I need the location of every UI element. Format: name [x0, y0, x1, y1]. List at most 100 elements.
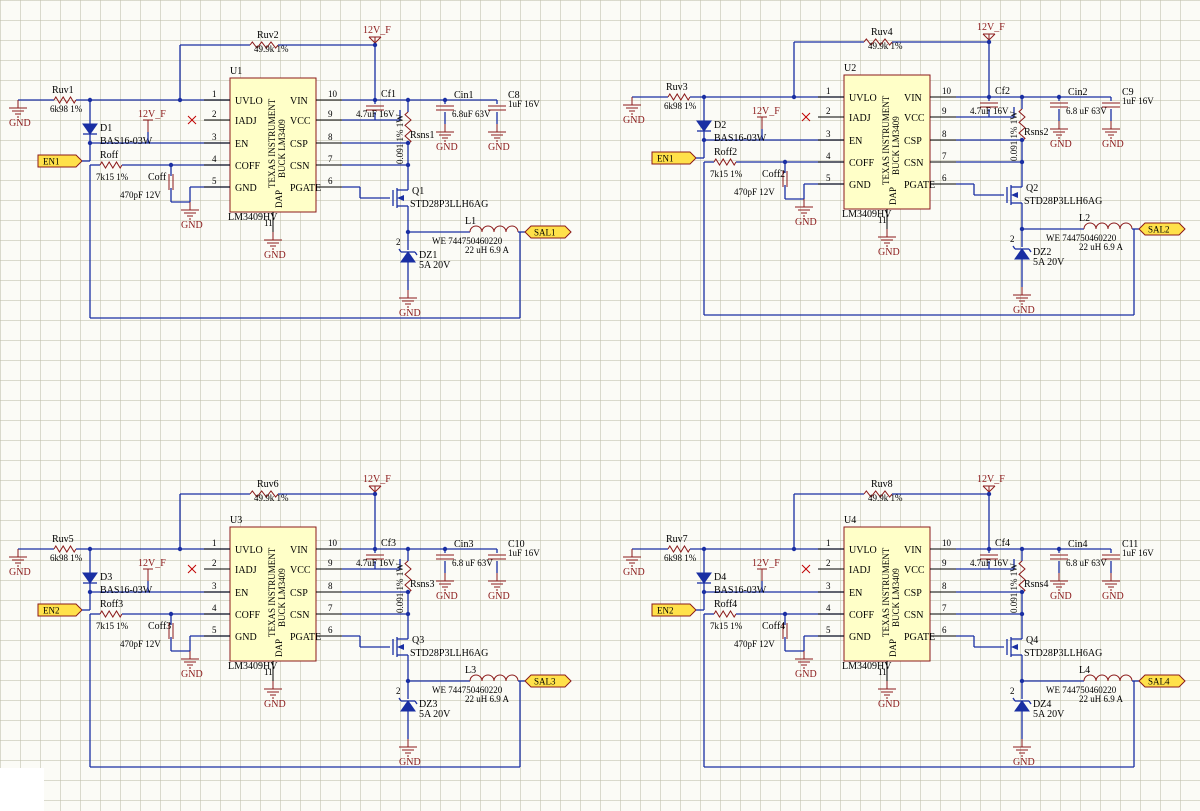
- inductor-ref: L2: [1079, 213, 1090, 224]
- ground-label: GND: [436, 591, 458, 602]
- pin-num-11: 11: [878, 215, 887, 225]
- roff-ref: Roff3: [100, 599, 123, 610]
- pin-csp: CSP: [290, 588, 308, 599]
- ground-symbol: GND: [1013, 739, 1035, 768]
- ground-symbol: GND: [795, 199, 817, 228]
- schematic-canvas: Ruv2 49.9k 1% 12V_F Ruv1 6k98 1% GND D1 BAS16-0…: [9, 22, 1186, 768]
- pin-num-10: 10: [942, 86, 952, 96]
- port-label: EN2: [657, 606, 674, 616]
- pin-vcc: VCC: [904, 113, 925, 124]
- roff-value: 7k15 1%: [96, 172, 129, 182]
- cout-value: 1uF 16V: [508, 548, 540, 558]
- pin-num-10: 10: [942, 538, 952, 548]
- pin-num-7: 7: [328, 154, 333, 164]
- ruv-lo-ref: Ruv7: [666, 534, 688, 545]
- pin-en: EN: [849, 588, 862, 599]
- junction-dot: [791, 546, 797, 552]
- mosfet-value: STD28P3LLH6AG: [410, 648, 488, 659]
- ground-label: GND: [795, 669, 817, 680]
- diode-d2: [696, 120, 712, 132]
- inductor-value: 22 uH 6.9 A: [1079, 694, 1124, 704]
- ruv-hi-value: 49.9k 1%: [254, 44, 289, 54]
- ground-label: GND: [1013, 305, 1035, 316]
- junction-dot: [87, 140, 93, 146]
- pin-vin: VIN: [290, 545, 308, 556]
- dz-pin: 2: [396, 237, 401, 247]
- ic-pads: DAP: [888, 187, 898, 205]
- circuit-1: Ruv2 49.9k 1% 12V_F Ruv1 6k98 1% GND D1 BAS16-0…: [9, 25, 572, 319]
- pin-num-9: 9: [328, 109, 333, 119]
- pin-num-3: 3: [212, 132, 217, 142]
- power-label: 12V_F: [752, 106, 780, 117]
- power-port-12v-en: 12V_F: [752, 106, 780, 129]
- ground-label: GND: [623, 115, 645, 126]
- rsns-value: 0.091 1% 1W: [1009, 111, 1019, 161]
- diode-ref: D1: [100, 123, 112, 134]
- pin-num-1: 1: [212, 538, 217, 548]
- ruv-lo-ref: Ruv1: [52, 85, 74, 96]
- ground-symbol: GND: [878, 229, 900, 258]
- ground-symbol: GND: [264, 681, 286, 710]
- capacitor-c8: [488, 105, 506, 111]
- rsns-ref: Rsns4: [1024, 579, 1048, 590]
- diode-ref: D3: [100, 572, 112, 583]
- ic-ref: U4: [844, 515, 856, 526]
- inductor-value: 22 uH 6.9 A: [1079, 242, 1124, 252]
- pin-csp: CSP: [904, 136, 922, 147]
- power-label: 12V_F: [138, 109, 166, 120]
- ic-pads: DAP: [888, 639, 898, 657]
- inductor-l4: L4WE 74475046022022 uH 6.9 A: [1046, 665, 1133, 704]
- pin-num-3: 3: [826, 129, 831, 139]
- zener-value: 5A 20V: [419, 709, 451, 720]
- cin-value: 6.8 uF 63V: [452, 558, 493, 568]
- pin-num-5: 5: [826, 625, 831, 635]
- rsns-value: 0.091 1% 1W: [1009, 563, 1019, 613]
- ground-symbol: GND: [1102, 573, 1124, 602]
- coff-value: 470pF 12V: [734, 187, 775, 197]
- pin-num-5: 5: [212, 625, 217, 635]
- pin-en: EN: [235, 588, 248, 599]
- ground-label: GND: [436, 142, 458, 153]
- ground-symbol: GND: [1102, 121, 1124, 150]
- ruv-hi-value: 49.9k 1%: [868, 41, 903, 51]
- junction-dot: [177, 546, 183, 552]
- ic-function: BUCK LM3409: [277, 119, 287, 178]
- pin-gnd: GND: [235, 183, 257, 194]
- ruv-lo-value: 6k98 1%: [50, 104, 83, 114]
- cf-ref: Cf2: [995, 86, 1010, 97]
- pin-num-8: 8: [942, 129, 947, 139]
- pin-vin: VIN: [290, 96, 308, 107]
- ground-symbol: GND: [623, 97, 645, 126]
- port-en1: EN1: [37, 154, 83, 168]
- zener-value: 5A 20V: [419, 260, 451, 271]
- junction-dot: [1019, 137, 1025, 143]
- coff-ref: Coff2: [762, 169, 785, 180]
- pin-num-2: 2: [826, 106, 831, 116]
- ground-label: GND: [399, 757, 421, 768]
- pin-num-6: 6: [328, 176, 333, 186]
- zener-dz2: [1012, 245, 1032, 260]
- pin-num-9: 9: [942, 558, 947, 568]
- ruv-lo-value: 6k98 1%: [664, 101, 697, 111]
- junction-dot: [177, 97, 183, 103]
- ic-function: BUCK LM3409: [891, 116, 901, 175]
- cf-value: 4.7uF 16V: [356, 558, 395, 568]
- pin-num-11: 11: [264, 218, 273, 228]
- zener-value: 5A 20V: [1033, 709, 1065, 720]
- diode-value: BAS16-03W: [100, 136, 153, 147]
- pin-vin: VIN: [904, 93, 922, 104]
- roff-ref: Roff2: [714, 147, 737, 158]
- ground-symbol: GND: [878, 681, 900, 710]
- ic-u3: U3LM3409HVTEXAS INSTRUMENT BUCK LM3409DAP…: [204, 515, 342, 710]
- port-label: SAL1: [534, 228, 556, 238]
- cf-ref: Cf1: [381, 89, 396, 100]
- junction-dot: [701, 137, 707, 143]
- port-sal1: SAL1: [524, 225, 572, 239]
- pin-iadj: IADJ: [235, 565, 257, 576]
- pin-num-3: 3: [826, 581, 831, 591]
- junction-dot: [405, 140, 411, 146]
- pin-num-7: 7: [942, 603, 947, 613]
- pin-en: EN: [235, 139, 248, 150]
- pin-num-2: 2: [212, 109, 217, 119]
- pin-gnd: GND: [849, 632, 871, 643]
